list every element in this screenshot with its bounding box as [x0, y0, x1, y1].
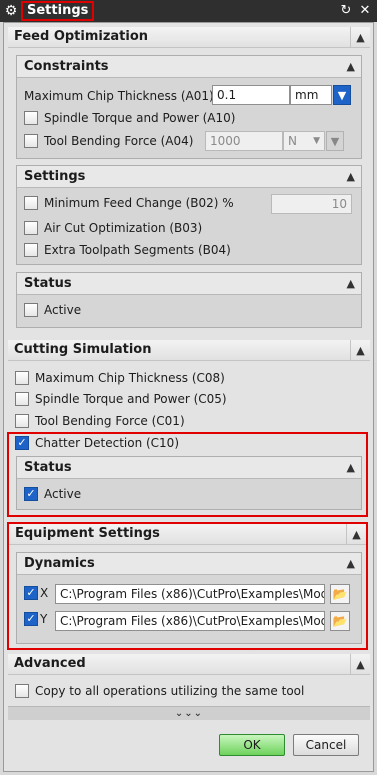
cs-status-title: Status [24, 460, 72, 475]
max-chip-unit-select[interactable]: mm [290, 85, 332, 105]
constraints-title: Constraints [24, 59, 109, 74]
min-feed-input: 10 [271, 194, 352, 214]
copy-all-label: Copy to all operations utilizing the sam… [35, 684, 305, 698]
reset-icon[interactable]: ↻ [338, 3, 354, 19]
equipment-settings-title: Equipment Settings [15, 526, 160, 541]
copy-all-row[interactable]: Copy to all operations utilizing the sam… [15, 681, 304, 701]
extra-toolpath-label: Extra Toolpath Segments (B04) [44, 243, 231, 257]
close-icon[interactable]: ✕ [357, 3, 373, 19]
gear-icon[interactable]: ⚙ [3, 3, 19, 19]
dyn-y-path-input[interactable]: C:\Program Files (x86)\CutPro\Examples\M… [55, 611, 325, 631]
cs-tool-bending-row[interactable]: Tool Bending Force (C01) [15, 411, 185, 431]
feed-optimization-title: Feed Optimization [14, 29, 149, 44]
spindle-torque-row[interactable]: Spindle Torque and Power (A10) [24, 108, 235, 128]
air-cut-row[interactable]: Air Cut Optimization (B03) [24, 218, 202, 238]
feed-active-row[interactable]: Active [24, 300, 81, 320]
chevron-up-icon[interactable]: ▲ [347, 273, 355, 295]
cs-chatter-label: Chatter Detection (C10) [35, 436, 179, 450]
min-feed-label: Minimum Feed Change (B02) % [44, 196, 234, 210]
extra-toolpath-row[interactable]: Extra Toolpath Segments (B04) [24, 240, 231, 260]
window-titlebar: ⚙ Settings ↻ ✕ [0, 0, 377, 22]
feed-status-header[interactable]: Status ▲ [17, 273, 361, 295]
folder-icon[interactable]: 📂 [330, 611, 350, 631]
tool-bending-row[interactable]: Tool Bending Force (A04) [24, 131, 193, 151]
advanced-title: Advanced [14, 656, 86, 671]
chevron-up-icon[interactable]: ▲ [347, 553, 355, 575]
cutting-simulation-header[interactable]: Cutting Simulation ▲ [8, 340, 370, 361]
dyn-y-row[interactable]: ✓ Y [24, 609, 47, 629]
settings-header[interactable]: Settings ▲ [17, 166, 361, 188]
feed-active-checkbox[interactable] [24, 302, 38, 317]
feed-status-title: Status [24, 276, 72, 291]
advanced-header[interactable]: Advanced ▲ [8, 654, 370, 675]
cancel-button[interactable]: Cancel [293, 734, 359, 756]
settings-title: Settings [24, 169, 86, 184]
dynamics-header[interactable]: Dynamics ▲ [17, 553, 361, 575]
cs-tool-bending-label: Tool Bending Force (C01) [35, 414, 185, 428]
cs-max-chip-label: Maximum Chip Thickness (C08) [35, 371, 225, 385]
dynamics-title: Dynamics [24, 556, 95, 571]
max-chip-label: Maximum Chip Thickness (A01) [24, 89, 214, 103]
chevron-up-icon[interactable]: ▲ [347, 56, 355, 78]
cs-spindle-label: Spindle Torque and Power (C05) [35, 392, 227, 406]
min-feed-checkbox[interactable] [24, 195, 38, 210]
cs-active-row[interactable]: ✓ Active [24, 484, 81, 504]
cs-spindle-row[interactable]: Spindle Torque and Power (C05) [15, 389, 227, 409]
chevron-down-icon: ⌄⌄⌄ [174, 708, 204, 719]
air-cut-label: Air Cut Optimization (B03) [44, 221, 203, 235]
cs-tool-bending-checkbox[interactable] [15, 413, 29, 428]
extra-toolpath-checkbox[interactable] [24, 242, 38, 257]
tool-bending-unit-select: N ▼ [283, 131, 325, 151]
chevron-up-icon[interactable]: ▲ [347, 166, 355, 188]
cs-chatter-checkbox[interactable]: ✓ [15, 435, 29, 450]
cs-spindle-checkbox[interactable] [15, 391, 29, 406]
chevron-down-icon[interactable]: ▼ [333, 85, 351, 105]
dyn-x-path-input[interactable]: C:\Program Files (x86)\CutPro\Examples\M… [55, 584, 325, 604]
chevron-down-icon: ▼ [326, 131, 344, 151]
tool-bending-label: Tool Bending Force (A04) [44, 134, 194, 148]
tool-bending-unit: N [288, 134, 297, 148]
cs-active-label: Active [44, 487, 82, 501]
chevron-up-icon[interactable]: ▲ [346, 524, 366, 545]
chevron-up-icon[interactable]: ▲ [350, 340, 370, 361]
chevron-up-icon[interactable]: ▲ [350, 27, 370, 48]
max-chip-input[interactable]: 0.1 [212, 85, 290, 105]
cs-status-header[interactable]: Status ▲ [17, 457, 361, 479]
chevron-up-icon[interactable]: ▲ [350, 654, 370, 675]
min-feed-row[interactable]: Minimum Feed Change (B02) % [24, 193, 234, 213]
cs-max-chip-row[interactable]: Maximum Chip Thickness (C08) [15, 368, 225, 388]
dyn-y-checkbox[interactable]: ✓ [24, 611, 38, 626]
cs-max-chip-checkbox[interactable] [15, 370, 29, 385]
cs-chatter-row[interactable]: ✓ Chatter Detection (C10) [15, 433, 179, 453]
folder-icon[interactable]: 📂 [330, 584, 350, 604]
copy-all-checkbox[interactable] [15, 683, 29, 698]
equipment-settings-header[interactable]: Equipment Settings ▲ [9, 524, 366, 545]
dyn-x-checkbox[interactable]: ✓ [24, 585, 38, 600]
chevron-up-icon[interactable]: ▲ [347, 457, 355, 479]
dyn-x-label: X [40, 586, 49, 600]
more-options-bar[interactable]: ⌄⌄⌄ [8, 706, 370, 720]
cs-active-checkbox[interactable]: ✓ [24, 486, 38, 501]
feed-optimization-header[interactable]: Feed Optimization ▲ [8, 27, 370, 48]
spindle-torque-checkbox[interactable] [24, 110, 38, 125]
cutting-simulation-title: Cutting Simulation [14, 342, 152, 357]
ok-button[interactable]: OK [219, 734, 285, 756]
tool-bending-checkbox[interactable] [24, 133, 38, 148]
air-cut-checkbox[interactable] [24, 220, 38, 235]
window-title: Settings [21, 1, 94, 21]
tool-bending-input: 1000 [205, 131, 283, 151]
spindle-torque-label: Spindle Torque and Power (A10) [44, 111, 236, 125]
constraints-header[interactable]: Constraints ▲ [17, 56, 361, 78]
dyn-y-label: Y [40, 612, 48, 626]
feed-active-label: Active [44, 303, 82, 317]
dyn-x-row[interactable]: ✓ X [24, 583, 48, 603]
